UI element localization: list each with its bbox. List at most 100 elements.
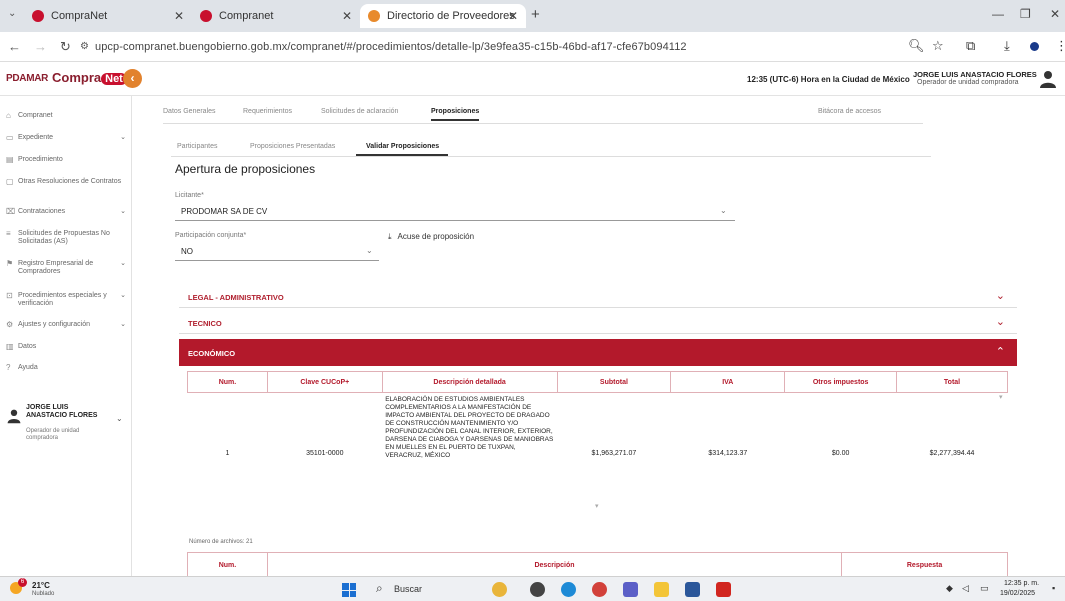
download-icon: ⤓ (388, 232, 392, 241)
close-icon[interactable]: ✕ (174, 9, 184, 23)
download-icon[interactable]: ⤓ (1004, 38, 1010, 54)
scroll-indicator-icon[interactable]: ▾ (595, 502, 599, 510)
notification-icon[interactable]: ▪ (1052, 583, 1055, 593)
table-header-row: Num. Clave CUCoP+ Descripción detallada … (187, 371, 1008, 393)
clock-date[interactable]: 19/02/2025 (1000, 590, 1035, 597)
sidebar-item-procedimientos-especiales[interactable]: ⊡ Procedimientos especiales y verificaci… (6, 292, 126, 308)
wifi-icon[interactable]: ◆ (946, 583, 953, 594)
search-icon[interactable]: ⌕ (376, 581, 383, 596)
sidebar: ⌂ Compranet ▭ Expediente ⌄ ▤ Procedimien… (0, 96, 132, 576)
new-tab-plus-icon[interactable]: + (531, 6, 540, 23)
word-icon[interactable] (685, 582, 700, 597)
licitante-underline (175, 220, 735, 221)
table-header-row: Num. Descripción Respuesta (187, 552, 1008, 579)
maximize-icon[interactable]: ❐ (1020, 7, 1031, 21)
site-info-icon[interactable]: ⚙ (80, 41, 89, 52)
zoom-icon[interactable]: 🔍︎ (908, 38, 925, 54)
reload-icon[interactable]: ↻ (60, 39, 71, 55)
cell-clave: 35101-0000 (306, 450, 344, 458)
collapse-sidebar-button[interactable]: ‹ (123, 69, 142, 88)
accordion-tecnico[interactable]: TECNICO ⌄ (179, 312, 1017, 334)
tab-participantes[interactable]: Participantes (177, 143, 217, 150)
battery-icon[interactable]: ▭ (980, 583, 989, 594)
tab-validar-proposiciones[interactable]: Validar Proposiciones (366, 143, 439, 150)
cell-iva: $314,123.37 (708, 450, 748, 458)
page-title: Apertura de proposiciones (175, 162, 316, 176)
sidebar-item-datos[interactable]: ▥ Datos (6, 343, 126, 351)
col-descripcion: Descripción (266, 552, 843, 579)
col-subtotal: Subtotal (556, 371, 672, 393)
copilot-icon[interactable] (530, 582, 545, 597)
clock-time[interactable]: 12:35 p. m. (1004, 580, 1039, 587)
browser-tab-3[interactable]: Directorio de Proveedores y C ✕ (360, 4, 526, 28)
tab-solicitudes-aclaracion[interactable]: Solicitudes de aclaración (321, 108, 398, 115)
browser-tab-2[interactable]: Compranet ✕ (192, 4, 360, 28)
close-icon[interactable]: ✕ (508, 9, 518, 23)
minimize-icon[interactable]: — (992, 7, 1004, 21)
tab-search-chevron-icon[interactable]: ⌄ (8, 8, 16, 19)
weather-alert-badge: 6 (18, 578, 27, 587)
licitante-select[interactable]: PRODOMAR SA DE CV (181, 207, 267, 216)
sidebar-item-registro[interactable]: ⚑ Registro Empresarial de Compradores ⌄ (6, 260, 126, 276)
url-input[interactable]: upcp-compranet.buengobierno.gob.mx/compr… (95, 41, 687, 53)
tab-bitacora-accesos[interactable]: Bitácora de accesos (818, 108, 881, 115)
chevron-down-icon: ⌄ (120, 260, 126, 267)
acrobat-icon[interactable] (716, 582, 731, 597)
profile-avatar[interactable] (1030, 42, 1039, 51)
taskbar-search[interactable]: Buscar (394, 584, 422, 594)
home-icon: ⌂ (6, 111, 11, 120)
chevron-down-icon: ⌄ (120, 321, 126, 328)
sidebar-user-name: JORGE LUIS ANASTACIO FLORES (26, 404, 98, 419)
sidebar-item-otras-resoluciones[interactable]: ▢ Otras Resoluciones de Contratos (6, 178, 126, 186)
close-icon[interactable]: ✕ (342, 9, 352, 23)
chevron-down-icon[interactable]: ⌄ (366, 246, 373, 255)
accordion-economico[interactable]: ECONÓMICO ⌃ (179, 339, 1017, 366)
sidebar-item-ayuda[interactable]: ? Ayuda (6, 364, 126, 372)
tab-proposiciones[interactable]: Proposiciones (431, 108, 480, 121)
chevron-down-icon[interactable]: ⌄ (720, 206, 727, 215)
close-window-icon[interactable]: ✕ (1050, 7, 1060, 21)
tab-title: Compranet (219, 10, 274, 22)
compranet-favicon-icon (200, 10, 212, 22)
compranet-logo[interactable]: Compra Net (52, 70, 127, 85)
weather-temperature[interactable]: 21°C (32, 581, 50, 590)
sidebar-item-expediente[interactable]: ▭ Expediente ⌄ (6, 134, 126, 142)
back-arrow-icon[interactable]: ← (8, 39, 21, 54)
tab-proposiciones-presentadas[interactable]: Proposiciones Presentadas (250, 143, 335, 150)
col-total: Total (896, 371, 1008, 393)
tab-requerimientos[interactable]: Requerimientos (243, 108, 292, 115)
user-avatar-icon[interactable] (1038, 69, 1058, 89)
edge-icon[interactable] (561, 582, 576, 597)
help-icon: ? (6, 363, 11, 372)
acuse-proposicion-link[interactable]: ⤓ Acuse de proposición (388, 232, 474, 242)
sidebar-item-procedimiento[interactable]: ▤ Procedimiento (6, 156, 126, 164)
sidebar-item-compranet[interactable]: ⌂ Compranet (6, 112, 126, 120)
windows-start-icon[interactable] (342, 583, 356, 597)
browser-tab-1[interactable]: CompraNet ✕ (24, 4, 192, 28)
logo-compra-text: Compra (52, 70, 102, 85)
sidebar-item-ajustes[interactable]: ⚙ Ajustes y configuración ⌄ (6, 321, 126, 329)
economic-table: Num. Clave CUCoP+ Descripción detallada … (187, 371, 1008, 515)
scroll-down-icon[interactable]: ▾ (999, 393, 1003, 401)
browser-menu-icon[interactable]: ⋮ (1055, 38, 1065, 54)
volume-icon[interactable]: ◁ (962, 583, 969, 594)
participacion-select[interactable]: NO (181, 247, 193, 256)
col-otros-impuestos: Otros impuestos (784, 371, 898, 393)
col-clave: Clave CUCoP+ (266, 371, 383, 393)
header-user-role: Operador de unidad compradora (917, 79, 1019, 86)
chrome-icon[interactable] (592, 582, 607, 597)
forward-arrow-icon[interactable]: → (34, 39, 47, 54)
sidebar-item-solicitudes[interactable]: ≡ Solicitudes de Propuestas No Solicitad… (6, 230, 126, 246)
weather-app-icon[interactable] (492, 582, 507, 597)
list-icon: ≡ (6, 229, 11, 238)
tab-datos-generales[interactable]: Datos Generales (163, 108, 216, 115)
sidebar-item-contrataciones[interactable]: ⌧ Contrataciones ⌄ (6, 208, 126, 216)
file-explorer-icon[interactable] (654, 582, 669, 597)
extensions-icon[interactable]: ⧉ (966, 38, 975, 54)
accordion-legal-administrativo[interactable]: LEGAL - ADMINISTRATIVO ⌄ (179, 286, 1017, 308)
participacion-label: Participación conjunta* (175, 232, 247, 239)
bookmark-star-icon[interactable]: ☆ (932, 38, 944, 54)
teams-icon[interactable] (623, 582, 638, 597)
sidebar-user-role: Operador de unidad compradora (26, 428, 80, 441)
current-time-text: 12:35 (UTC-6) Hora en la Ciudad de Méxic… (747, 75, 910, 84)
